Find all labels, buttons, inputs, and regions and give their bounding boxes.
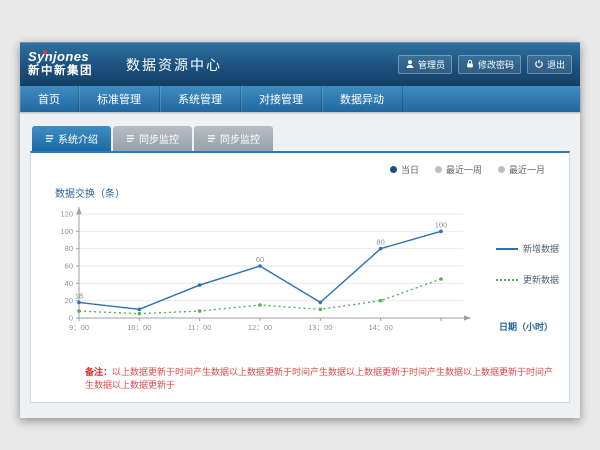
line-sample-icon — [496, 279, 518, 281]
line-chart: 0 20 40 60 80 100 120 9：00 10：00 11：00 12：00 13：00 1… — [47, 202, 497, 336]
svg-text:9：00: 9：00 — [69, 323, 89, 332]
user-icon — [405, 59, 415, 69]
svg-text:100: 100 — [435, 220, 448, 229]
tab-label: 同步监控 — [139, 131, 179, 146]
svg-text:14：00: 14：00 — [369, 323, 393, 332]
svg-text:11：00: 11：00 — [188, 323, 212, 332]
radio-dot-icon — [390, 166, 397, 173]
app-header: Synjones 新中新集团 数据资源中心 管理员 修改密码 — [20, 42, 580, 86]
chart-panel: 当日 最近一周 最近一月 数据交换（条） 0 20 40 60 80 100 120 9：00… — [30, 151, 570, 403]
svg-text:40: 40 — [65, 279, 73, 288]
tab-label: 同步监控 — [220, 131, 260, 146]
svg-text:60: 60 — [65, 262, 73, 271]
user-button[interactable]: 管理员 — [398, 55, 452, 74]
range-option-label: 最近一周 — [446, 163, 482, 176]
nav-item-standard-mgmt[interactable]: 标准管理 — [79, 86, 160, 112]
svg-text:20: 20 — [65, 296, 73, 305]
change-password-label: 修改密码 — [478, 58, 514, 71]
svg-text:80: 80 — [65, 244, 73, 253]
main-nav: 首页 标准管理 系统管理 对接管理 数据异动 — [20, 86, 580, 112]
legend-item-updated-data[interactable]: 更新数据 — [496, 273, 559, 286]
app-window: Synjones 新中新集团 数据资源中心 管理员 修改密码 — [20, 42, 580, 418]
power-icon — [534, 59, 544, 69]
nav-item-system-mgmt[interactable]: 系统管理 — [160, 86, 241, 112]
tab-sync-monitor-1[interactable]: 同步监控 — [113, 126, 192, 151]
legend-label: 更新数据 — [523, 273, 559, 286]
nav-item-home[interactable]: 首页 — [20, 86, 79, 112]
user-button-label: 管理员 — [418, 58, 445, 71]
list-icon — [126, 134, 135, 143]
logo: Synjones 新中新集团 — [28, 50, 118, 78]
svg-text:10：00: 10：00 — [127, 323, 151, 332]
lock-icon — [465, 59, 475, 69]
svg-text:60: 60 — [256, 255, 264, 264]
range-selector: 当日 最近一周 最近一月 — [390, 163, 545, 176]
header-actions: 管理员 修改密码 退出 — [398, 55, 572, 74]
tab-label: 系统介绍 — [58, 131, 98, 146]
nav-item-data-change[interactable]: 数据异动 — [322, 86, 403, 112]
chart-x-axis-title: 日期（小时） — [499, 320, 553, 333]
tab-bar: 系统介绍 同步监控 同步监控 — [32, 126, 570, 151]
legend-label: 新增数据 — [523, 242, 559, 255]
logout-button-label: 退出 — [547, 58, 565, 71]
footnote-label: 备注： — [85, 367, 112, 377]
svg-text:18: 18 — [75, 291, 83, 300]
footnote-text: 以上数据更新于时间产生数据以上数据更新于时间产生数据以上数据更新于时间产生数据以… — [85, 367, 553, 390]
legend-item-new-data[interactable]: 新增数据 — [496, 242, 559, 255]
range-option-today[interactable]: 当日 — [390, 163, 419, 176]
svg-text:100: 100 — [60, 227, 73, 236]
nav-item-connection-mgmt[interactable]: 对接管理 — [241, 86, 322, 112]
svg-text:120: 120 — [60, 210, 73, 219]
svg-text:13：00: 13：00 — [308, 323, 332, 332]
svg-text:12：00: 12：00 — [248, 323, 272, 332]
line-sample-icon — [496, 248, 518, 250]
chart-y-axis-title: 数据交换（条） — [55, 185, 561, 200]
svg-text:0: 0 — [69, 314, 73, 323]
tab-system-intro[interactable]: 系统介绍 — [32, 126, 111, 151]
range-option-last-month[interactable]: 最近一月 — [498, 163, 545, 176]
logout-button[interactable]: 退出 — [527, 55, 572, 74]
logo-dot-icon — [43, 50, 47, 54]
tab-sync-monitor-2[interactable]: 同步监控 — [194, 126, 273, 151]
logo-subtext: 新中新集团 — [28, 65, 118, 78]
range-option-last-week[interactable]: 最近一周 — [435, 163, 482, 176]
radio-dot-icon — [435, 166, 442, 173]
list-icon — [207, 134, 216, 143]
chart-area: 0 20 40 60 80 100 120 9：00 10：00 11：00 12：00 13：00 1… — [47, 202, 561, 341]
series-legend: 新增数据 更新数据 — [496, 242, 559, 286]
range-option-label: 当日 — [401, 163, 419, 176]
list-icon — [45, 134, 54, 143]
content-area: 系统介绍 同步监控 同步监控 当日 — [20, 112, 580, 403]
range-option-label: 最近一月 — [509, 163, 545, 176]
logo-text: Synjones — [28, 50, 118, 65]
page-title: 数据资源中心 — [126, 55, 222, 75]
footnote: 备注：以上数据更新于时间产生数据以上数据更新于时间产生数据以上数据更新于时间产生… — [85, 365, 561, 391]
svg-text:80: 80 — [376, 238, 384, 247]
radio-dot-icon — [498, 166, 505, 173]
change-password-button[interactable]: 修改密码 — [458, 55, 521, 74]
